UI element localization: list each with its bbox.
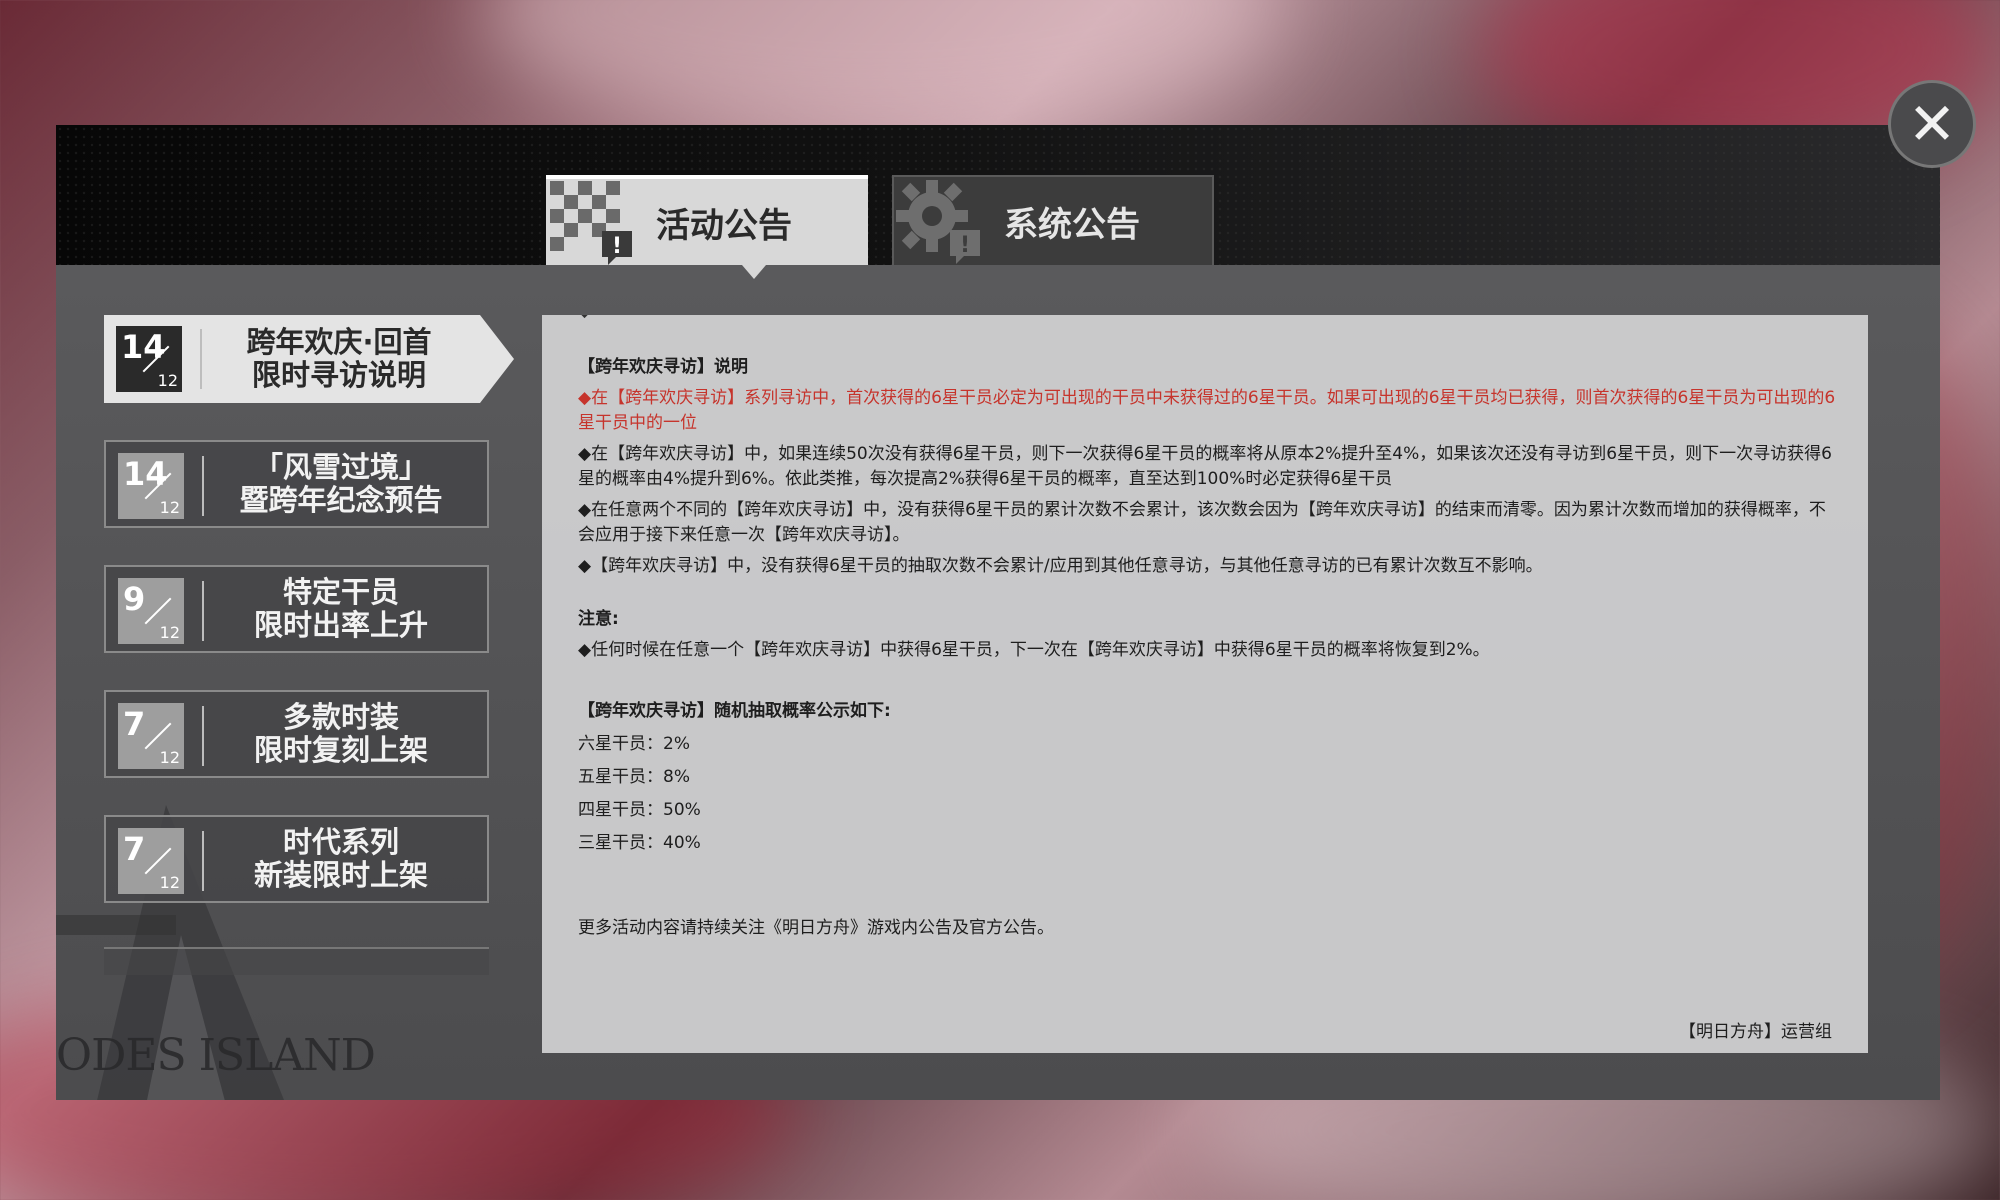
- svg-text:!: !: [612, 234, 622, 259]
- footer-note: 更多活动内容请持续关注《明日方舟》游戏内公告及官方公告。: [578, 918, 1054, 938]
- date-day: 14: [123, 455, 168, 493]
- signature: 【明日方舟】运营组: [1679, 1022, 1832, 1042]
- title-line: 新装限时上架: [253, 858, 428, 892]
- rule-paragraph: ◆在【跨年欢庆寻访】中，如果连续50次没有获得6星干员，则下一次获得6星干员的概…: [578, 444, 1832, 489]
- announcement-item-era-series[interactable]: 7 12 时代系列 新装限时上架: [104, 815, 489, 903]
- rule-paragraph: ◆在【跨年欢庆寻访】系列寻访中，首次获得的6星干员必定为可出现的干员中未获得过的…: [578, 388, 1836, 433]
- date-badge: 7 12: [118, 703, 184, 769]
- date-month: 12: [157, 371, 178, 390]
- date-slash: [144, 847, 172, 875]
- divider: [202, 456, 204, 516]
- divider: [202, 581, 204, 641]
- content-body: 【跨年欢庆寻访】说明 ◆在【跨年欢庆寻访】系列寻访中，首次获得的6星干员必定为可…: [578, 315, 1838, 941]
- rate-line: 四星干员：50%: [578, 800, 701, 820]
- title-line: 特定干员: [282, 575, 399, 609]
- title-line: 多款时装: [282, 700, 399, 734]
- section-title: 【跨年欢庆寻访】说明: [578, 357, 748, 377]
- date-badge: 7 12: [118, 828, 184, 894]
- date-day: 9: [123, 580, 146, 618]
- date-badge: 14 12: [116, 326, 182, 392]
- announcement-item-partial[interactable]: [104, 947, 489, 975]
- date-day: 7: [123, 705, 146, 743]
- title-line: 限时出率上升: [253, 608, 428, 642]
- date-badge: 9 12: [118, 578, 184, 644]
- tab-pointer: [742, 265, 766, 279]
- date-slash: [144, 597, 172, 625]
- date-month: 12: [159, 623, 180, 642]
- announcement-item-snowstorm[interactable]: 14 12 「风雪过境」 暨跨年纪念预告: [104, 440, 489, 528]
- announcement-item-new-year-review[interactable]: 14 12 跨年欢庆·回首 限时寻访说明: [104, 315, 514, 403]
- rule-paragraph: ◆在任意两个不同的【跨年欢庆寻访】中，没有获得6星干员的累计次数不会累计，该次数…: [578, 500, 1826, 545]
- rates-list: 六星干员：2% 五星干员：8% 四星干员：50% 三星干员：40%: [578, 732, 1838, 856]
- tab-label: 活动公告: [656, 205, 792, 246]
- announcement-content[interactable]: ◆ ──────────────────────────────────────…: [542, 315, 1868, 1053]
- announcement-title: 时代系列 新装限时上架: [216, 817, 466, 901]
- date-slash: [144, 722, 172, 750]
- close-button[interactable]: ✕: [1888, 80, 1976, 168]
- announcement-list: 14 12 跨年欢庆·回首 限时寻访说明 14 12 「风雪过境」 暨跨年纪念预…: [104, 315, 524, 975]
- announcement-title: 「风雪过境」 暨跨年纪念预告: [216, 442, 466, 526]
- gear-icon: !: [894, 176, 984, 266]
- rate-line: 五星干员：8%: [578, 767, 690, 787]
- date-month: 12: [159, 873, 180, 892]
- rates-title: 【跨年欢庆寻访】随机抽取概率公示如下:: [578, 701, 891, 721]
- date-month: 12: [159, 748, 180, 767]
- title-line: 限时寻访说明: [251, 358, 426, 392]
- svg-text:!: !: [960, 233, 970, 258]
- announcement-title: 多款时装 限时复刻上架: [216, 692, 466, 776]
- note-text: ◆任何时候在任意一个【跨年欢庆寻访】中获得6星干员，下一次在【跨年欢庆寻访】中获…: [578, 640, 1490, 660]
- note-label: 注意:: [578, 609, 619, 629]
- rule-paragraph: ◆【跨年欢庆寻访】中，没有获得6星干员的抽取次数不会累计/应用到其他任意寻访，与…: [578, 556, 1543, 576]
- announcement-item-outfit-rerun[interactable]: 7 12 多款时装 限时复刻上架: [104, 690, 489, 778]
- date-badge: 14 12: [118, 453, 184, 519]
- title-line: 「风雪过境」: [253, 450, 428, 484]
- date-day: 14: [121, 328, 166, 366]
- date-month: 12: [159, 498, 180, 517]
- announcement-item-rate-up[interactable]: 9 12 特定干员 限时出率上升: [104, 565, 489, 653]
- background-blur: [480, 0, 1280, 140]
- emblem-text: ODES ISLAND: [56, 1030, 376, 1081]
- title-line: 暨跨年纪念预告: [239, 483, 443, 517]
- tab-activity-announcements[interactable]: ! 活动公告: [546, 175, 868, 265]
- title-line: 时代系列: [282, 825, 399, 859]
- divider: [200, 329, 202, 389]
- tab-system-announcements[interactable]: ! 系统公告: [892, 175, 1214, 265]
- date-day: 7: [123, 830, 146, 868]
- rate-line: 六星干员：2%: [578, 734, 690, 754]
- close-icon: ✕: [1907, 90, 1957, 158]
- tab-label: 系统公告: [1004, 204, 1140, 245]
- announcement-title: 特定干员 限时出率上升: [216, 567, 466, 651]
- announcement-title: 跨年欢庆·回首 限时寻访说明: [214, 315, 464, 403]
- rate-line: 三星干员：40%: [578, 833, 701, 853]
- divider: [202, 706, 204, 766]
- title-line: 跨年欢庆·回首: [246, 325, 432, 359]
- title-line: 限时复刻上架: [253, 733, 428, 767]
- checkered-flag-icon: !: [546, 177, 636, 267]
- divider: [202, 831, 204, 891]
